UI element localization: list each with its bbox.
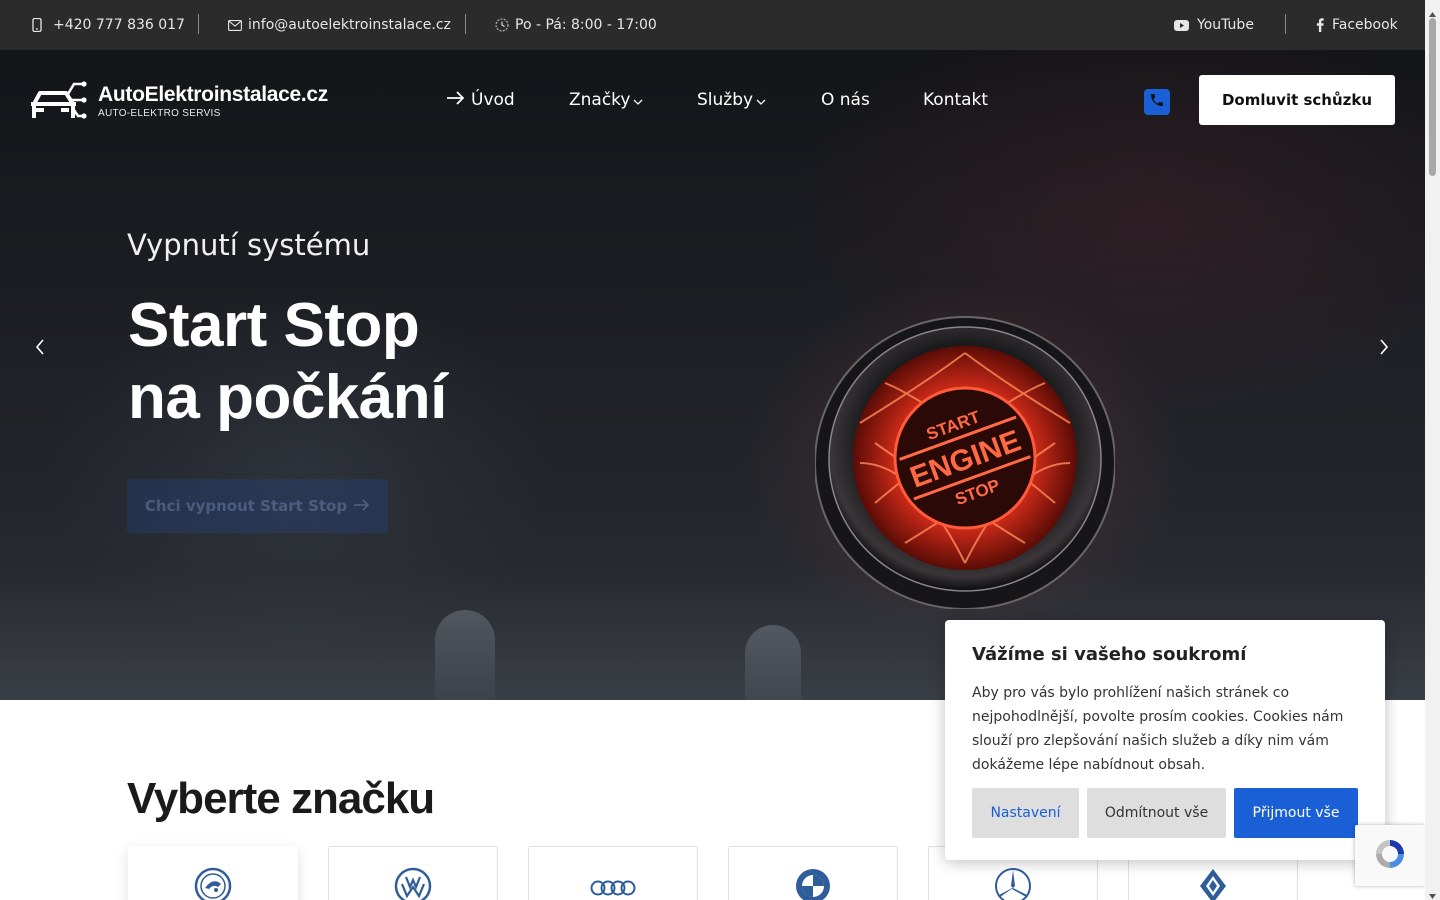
car-circuit-logo-icon (30, 74, 88, 128)
nav-label-sluzby: Služby (697, 90, 754, 110)
facebook-label: Facebook (1332, 17, 1398, 33)
hero-cta-label: Chci vypnout Start Stop (144, 497, 348, 515)
arrow-right-icon (353, 497, 370, 515)
page-scrollbar[interactable] (1425, 0, 1440, 900)
nav-item-uvod[interactable]: Úvod (446, 78, 515, 122)
bmw-logo-icon (794, 867, 832, 900)
cookie-consent-dialog: Vážíme si vašeho soukromí Aby pro vás by… (945, 620, 1385, 860)
youtube-link[interactable]: YouTube (1174, 0, 1254, 50)
brand-card-bmw[interactable] (728, 846, 898, 900)
nav-label-o-nas: O nás (821, 90, 870, 110)
clock-icon (495, 18, 509, 32)
start-engine-button-image: START ENGINE STOP (814, 313, 1116, 610)
nav-label-uvod: Úvod (471, 90, 515, 110)
email-address: info@autoelektroinstalace.cz (248, 17, 451, 33)
cookie-accept-all-button[interactable]: Přijmout vše (1234, 788, 1358, 838)
nav-label-znacky: Značky (569, 90, 631, 110)
phone-number: +420 777 836 017 (53, 17, 185, 33)
call-button[interactable] (1144, 89, 1170, 115)
cookie-title: Vážíme si vašeho soukromí (972, 644, 1247, 665)
logo-text: AutoElektroinstalace.cz AUTO-ELEKTRO SER… (98, 82, 329, 119)
nav-item-sluzby[interactable]: Služby (697, 78, 766, 122)
brand-card-skoda[interactable] (128, 846, 298, 900)
logo-tagline: AUTO-ELEKTRO SERVIS (98, 107, 221, 119)
site-logo[interactable]: AutoElektroinstalace.cz AUTO-ELEKTRO SER… (30, 74, 328, 128)
nav-label-kontakt: Kontakt (923, 90, 989, 110)
hero-background-detail (435, 610, 495, 700)
brands-heading: Vyberte značku (127, 774, 435, 823)
envelope-icon (228, 19, 242, 31)
logo-name: AutoElektroinstalace.cz (98, 82, 329, 106)
scroll-down-arrow-icon[interactable] (1428, 886, 1437, 899)
chevron-right-icon (1379, 339, 1389, 359)
facebook-icon (1316, 18, 1324, 32)
hero-background-detail (745, 625, 801, 700)
chevron-left-icon (35, 339, 45, 359)
divider (1285, 14, 1286, 34)
book-appointment-button[interactable]: Domluvit schůzku (1199, 75, 1395, 125)
slider-next-button[interactable] (1371, 336, 1397, 362)
hero-title-line-1: Start Stop (128, 291, 420, 360)
chevron-down-icon (756, 90, 766, 110)
cookie-settings-button[interactable]: Nastavení (972, 788, 1079, 838)
renault-logo-icon (1198, 867, 1228, 900)
top-bar: +420 777 836 017 info@autoelektroinstala… (0, 0, 1425, 50)
cookie-reject-all-button[interactable]: Odmítnout vše (1087, 788, 1226, 838)
phone-link[interactable]: +420 777 836 017 (32, 0, 185, 50)
facebook-link[interactable]: Facebook (1316, 0, 1398, 50)
arrow-right-icon (446, 90, 465, 110)
nav-item-o-nas[interactable]: O nás (821, 78, 870, 122)
youtube-icon (1174, 19, 1189, 31)
scroll-up-arrow-icon[interactable] (1428, 4, 1437, 17)
audi-logo-icon (589, 867, 637, 900)
youtube-label: YouTube (1197, 17, 1254, 33)
nav-item-znacky[interactable]: Značky (569, 78, 643, 122)
phone-icon (1149, 92, 1165, 112)
chevron-down-icon (633, 90, 643, 110)
email-link[interactable]: info@autoelektroinstalace.cz (228, 0, 451, 50)
vw-logo-icon (394, 867, 432, 900)
disable-start-stop-button[interactable]: Chci vypnout Start Stop (127, 479, 388, 533)
brand-card-audi[interactable] (528, 846, 698, 900)
recaptcha-badge[interactable] (1355, 825, 1425, 886)
divider (198, 14, 199, 34)
brand-card-volkswagen[interactable] (328, 846, 498, 900)
slider-prev-button[interactable] (27, 336, 53, 362)
divider (465, 14, 466, 34)
mercedes-logo-icon (994, 867, 1032, 900)
recaptcha-icon (1372, 836, 1408, 876)
opening-hours: Po - Pá: 8:00 - 17:00 (495, 0, 657, 50)
mobile-phone-icon (32, 18, 42, 32)
hours-text: Po - Pá: 8:00 - 17:00 (515, 17, 657, 33)
skoda-logo-icon (194, 867, 232, 900)
hero-subtitle: Vypnutí systému (127, 228, 371, 262)
cookie-text: Aby pro vás bylo prohlížení našich strán… (972, 685, 1344, 773)
scrollbar-thumb[interactable] (1429, 18, 1436, 176)
nav-item-kontakt[interactable]: Kontakt (923, 78, 988, 122)
hero-title-line-2: na počkání (128, 363, 447, 432)
hero-title: Start Stop na počkání (128, 290, 447, 434)
